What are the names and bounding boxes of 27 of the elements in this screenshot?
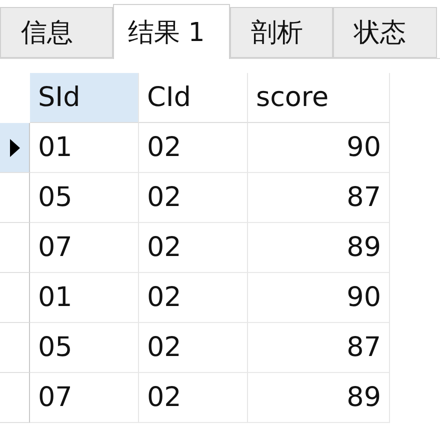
- table-cell: 87: [248, 173, 390, 223]
- table-cell: 87: [248, 323, 390, 373]
- table-cell: 02: [139, 273, 248, 323]
- table-cell: 01: [30, 273, 139, 323]
- table-cell: 02: [139, 223, 248, 273]
- tab[interactable]: 信息: [0, 7, 113, 58]
- table-cell: 02: [139, 123, 248, 173]
- table-cell: 89: [248, 223, 390, 273]
- tab[interactable]: 状态: [333, 7, 437, 58]
- table-cell: 07: [30, 373, 139, 423]
- column-header[interactable]: SId: [30, 73, 139, 123]
- tab[interactable]: 结果 1: [113, 4, 230, 59]
- table-cell: 05: [30, 173, 139, 223]
- row-indicator[interactable]: [0, 123, 30, 173]
- table-cell: 90: [248, 273, 390, 323]
- tab[interactable]: 剖析: [230, 7, 333, 58]
- table-cell: 02: [139, 173, 248, 223]
- table-cell: 05: [30, 323, 139, 373]
- table-cell: 07: [30, 223, 139, 273]
- column-header[interactable]: score: [248, 73, 390, 123]
- table-cell: 02: [139, 373, 248, 423]
- table-cell: 89: [248, 373, 390, 423]
- column-header[interactable]: CId: [139, 73, 248, 123]
- row-pointer-icon: [8, 138, 20, 158]
- table-cell: 02: [139, 323, 248, 373]
- table-cell: 90: [248, 123, 390, 173]
- table-cell: 01: [30, 123, 139, 173]
